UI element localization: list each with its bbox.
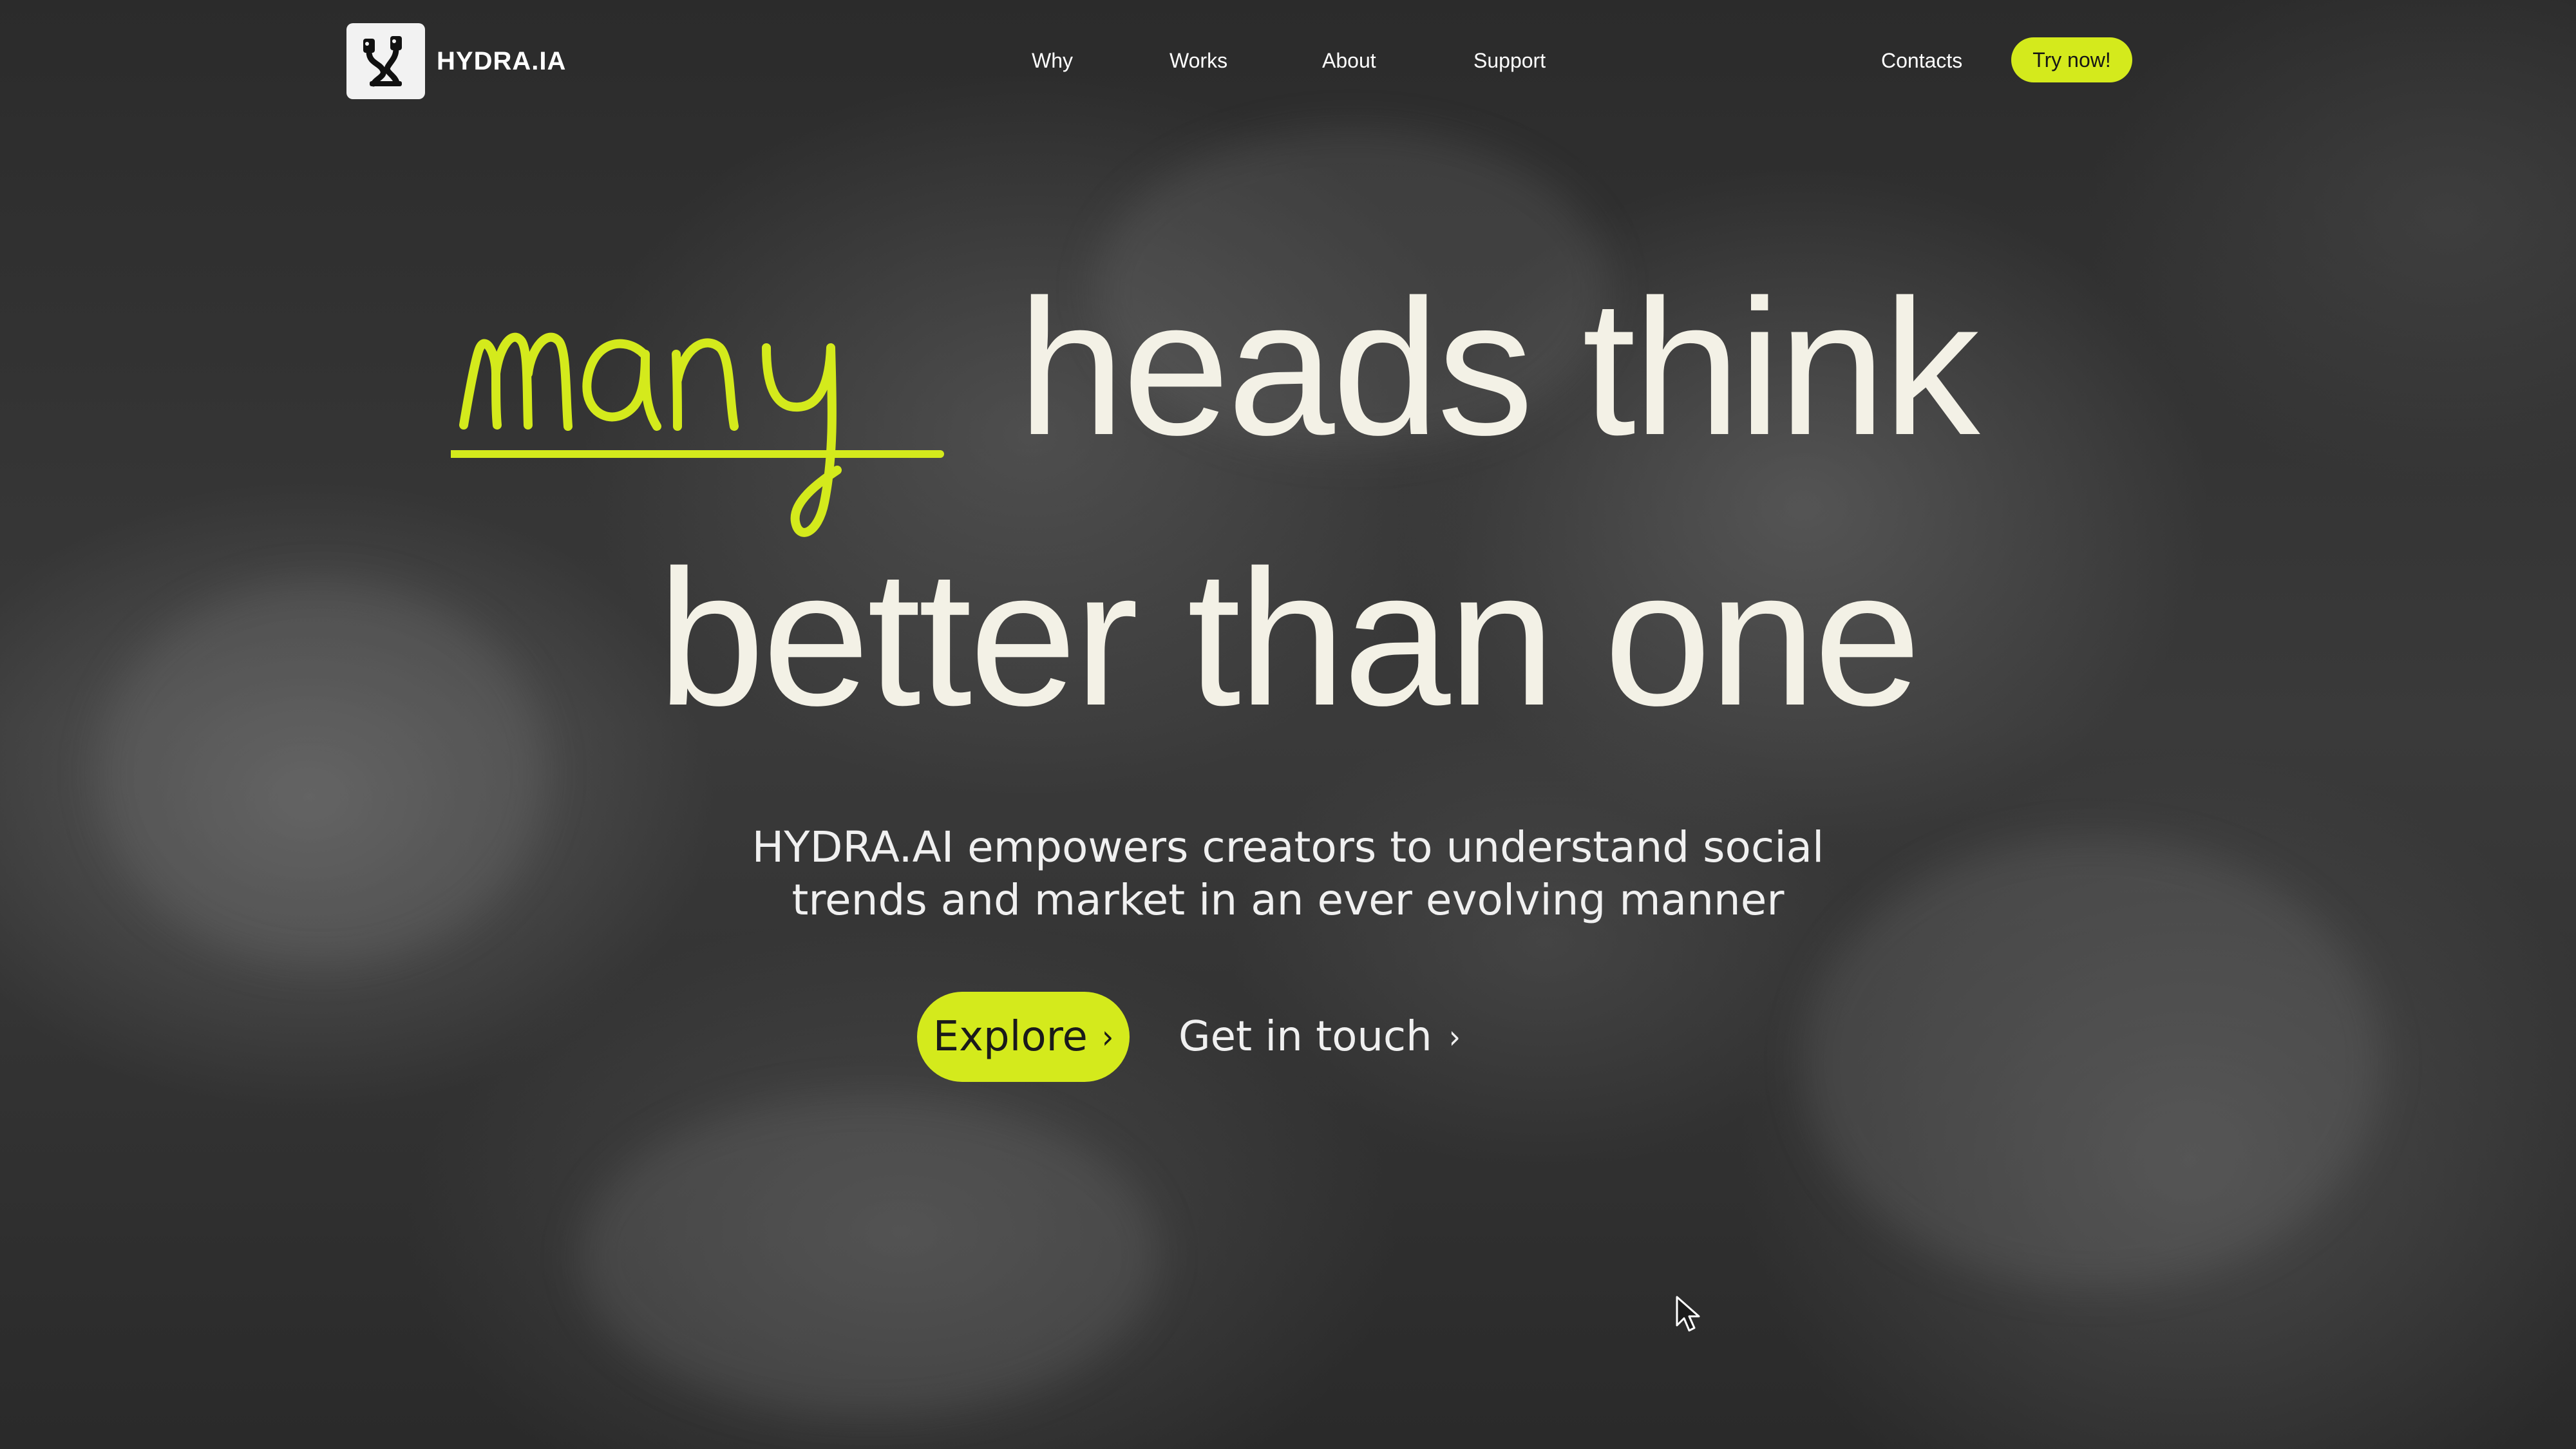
hydra-logo-icon xyxy=(346,23,425,99)
get-in-touch-label: Get in touch xyxy=(1179,1013,1432,1061)
nav-about[interactable]: About xyxy=(1322,49,1376,73)
nav-why[interactable]: Why xyxy=(1032,49,1073,73)
brand-name: HYDRA.IA xyxy=(437,46,567,75)
nav-works[interactable]: Works xyxy=(1170,49,1227,73)
chevron-right-icon: › xyxy=(1448,1018,1461,1056)
headline-text-1: heads think xyxy=(1018,259,1980,475)
chevron-right-icon: › xyxy=(1101,1018,1114,1056)
explore-label: Explore xyxy=(933,1013,1088,1061)
brand-logo[interactable]: HYDRA.IA xyxy=(346,23,566,99)
nav-support[interactable]: Support xyxy=(1473,49,1546,73)
nav-contacts[interactable]: Contacts xyxy=(1881,49,1962,73)
headline-line-1: heads think xyxy=(451,258,2190,537)
subtitle-line-2: trends and market in an ever evolving ma… xyxy=(791,875,1785,925)
script-word-many xyxy=(451,332,944,537)
subtitle-line-1: HYDRA.AI empowers creators to understand… xyxy=(752,822,1824,872)
explore-button[interactable]: Explore › xyxy=(917,992,1130,1082)
hero-page: HYDRA.IA Why Works About Support Contact… xyxy=(0,0,2576,1449)
hero-subtitle: HYDRA.AI empowers creators to understand… xyxy=(0,821,2576,927)
site-header: HYDRA.IA Why Works About Support Contact… xyxy=(346,23,2132,100)
try-now-button[interactable]: Try now! xyxy=(2011,37,2132,82)
headline-line-2: better than one xyxy=(657,529,1921,746)
get-in-touch-link[interactable]: Get in touch › xyxy=(1179,992,1461,1082)
mouse-cursor-icon xyxy=(1676,1296,1700,1332)
smoke-shape xyxy=(580,1095,1159,1417)
